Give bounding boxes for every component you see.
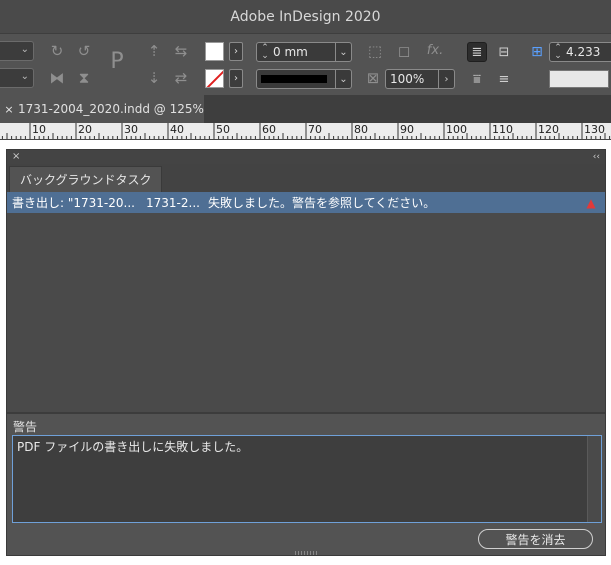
rotate-clockwise-icon[interactable]: ↻ <box>46 41 68 61</box>
stroke-style-box[interactable] <box>549 70 609 88</box>
ruler-label: 60 <box>262 123 276 136</box>
tab-label: バックグラウンドタスク <box>20 173 152 187</box>
warning-triangle-icon: ▲ <box>586 195 596 210</box>
ruler-label: 110 <box>492 123 513 136</box>
select-next-icon[interactable]: ⇄ <box>170 68 192 88</box>
opacity-icon: ⊠ <box>366 69 380 87</box>
align-justify-icon[interactable]: ≡ <box>494 69 514 89</box>
chevron-right-icon[interactable]: › <box>438 70 454 88</box>
stepper-icon[interactable]: ⌃ ⌄ <box>550 44 566 61</box>
frame-fitting-icon[interactable]: ⬚ <box>364 41 386 61</box>
close-icon[interactable]: × <box>0 103 18 116</box>
task-name: 書き出し: "1731-20... <box>12 196 135 210</box>
ruler-label: 120 <box>538 123 559 136</box>
align-text-center-icon[interactable]: ⊟ <box>494 42 514 62</box>
flip-vertical-icon[interactable]: ⧗ <box>73 68 95 88</box>
stroke-type-dropdown[interactable]: ⌄ <box>256 69 352 89</box>
position-field[interactable]: ⌃ ⌄ 4.233 <box>549 42 611 62</box>
warning-text-area[interactable]: PDF ファイルの書き出しに失敗しました。 <box>12 435 602 523</box>
chevron-down-icon: ⌄ <box>20 44 29 55</box>
ruler-label: 90 <box>400 123 414 136</box>
ruler-label: 130 <box>584 123 605 136</box>
resize-grip[interactable] <box>295 551 319 555</box>
background-tasks-panel: × ‹‹ バックグラウンドタスク 書き出し: "1731-20... 1731-… <box>6 149 606 556</box>
ruler-label: 100 <box>446 123 467 136</box>
document-tab-bar: × 1731-2004_2020.indd @ 125% <box>0 95 611 123</box>
font-family-dropdown[interactable]: ⌄ <box>0 41 34 61</box>
stroke-weight-field[interactable]: ⌃ ⌄ 0 mm ⌄ <box>256 42 352 62</box>
ruler-label: 80 <box>354 123 368 136</box>
stroke-line-preview <box>261 75 327 83</box>
opacity-field[interactable]: 100% › <box>385 69 455 89</box>
clear-warnings-button[interactable]: 警告を消去 <box>478 529 593 549</box>
ruler-label: 40 <box>170 123 184 136</box>
rotate-counterclockwise-icon[interactable]: ↺ <box>73 41 95 61</box>
fill-swatch[interactable] <box>205 42 224 61</box>
ruler-label: 50 <box>216 123 230 136</box>
task-status: 失敗しました。警告を参照してください。 <box>208 196 436 210</box>
select-container-icon[interactable]: ⇡ <box>143 41 165 61</box>
stroke-weight-value: 0 mm <box>273 45 308 59</box>
ruler-label: 70 <box>308 123 322 136</box>
warning-scrollbar[interactable] <box>587 436 601 522</box>
align-bottom-icon[interactable]: ⩸ <box>467 69 487 89</box>
ruler-label: 10 <box>32 123 46 136</box>
panel-divider[interactable] <box>7 412 605 414</box>
stepper-icon[interactable]: ⌃ ⌄ <box>257 44 273 61</box>
align-text-left-icon[interactable]: ≣ <box>467 42 487 62</box>
panel-tab-strip: バックグラウンドタスク <box>7 164 605 192</box>
chevron-down-icon: ⌄ <box>20 71 29 82</box>
task-file: 1731-2... <box>146 195 200 210</box>
clear-warnings-label: 警告を消去 <box>505 532 566 547</box>
app-title: Adobe InDesign 2020 <box>230 8 381 25</box>
flip-horizontal-icon[interactable]: ⧓ <box>46 68 68 88</box>
document-tab[interactable]: × 1731-2004_2020.indd @ 125% <box>0 95 204 123</box>
drop-shadow-icon[interactable]: ◻ <box>393 41 415 61</box>
stroke-swatch[interactable] <box>205 69 224 88</box>
collapse-icon[interactable]: ‹‹ <box>593 150 600 164</box>
chevron-down-icon[interactable]: ⌄ <box>335 70 351 88</box>
ruler-label: 30 <box>124 123 138 136</box>
select-content-icon[interactable]: ⇣ <box>143 68 165 88</box>
stroke-menu-arrow[interactable]: › <box>229 69 243 88</box>
none-slash-icon <box>206 70 223 87</box>
warning-message: PDF ファイルの書き出しに失敗しました。 <box>17 440 249 454</box>
ruler-label: 20 <box>78 123 92 136</box>
warning-label: 警告 <box>13 420 38 434</box>
fill-menu-arrow[interactable]: › <box>229 42 243 61</box>
horizontal-ruler: 10 20 30 40 50 60 70 80 90 100 110 120 130 <box>0 123 611 140</box>
opacity-value: 100% <box>390 72 425 86</box>
control-panel: ⌄ ⌄ ↻ ↺ ⧓ ⧗ P ⇡ ⇆ ⇣ ⇄ › › ⌃ ⌄ 0 mm ⌄ ⌄ ⬚ … <box>0 33 611 95</box>
task-list[interactable]: 書き出し: "1731-20... 1731-2... 失敗しました。警告を参照… <box>7 192 605 412</box>
font-style-dropdown[interactable]: ⌄ <box>0 68 34 88</box>
chevron-down-icon[interactable]: ⌄ <box>335 43 351 61</box>
panel-header[interactable]: × ‹‹ <box>7 150 605 164</box>
paragraph-p-icon[interactable]: P <box>104 51 130 78</box>
document-tab-title: 1731-2004_2020.indd @ 125% <box>18 102 204 116</box>
effects-fx-icon[interactable]: fx. <box>424 41 446 61</box>
reference-point-icon[interactable]: ⊞ <box>529 44 545 60</box>
select-previous-icon[interactable]: ⇆ <box>170 41 192 61</box>
close-icon[interactable]: × <box>12 150 20 164</box>
position-value: 4.233 <box>566 45 601 59</box>
tab-background-tasks[interactable]: バックグラウンドタスク <box>9 166 162 192</box>
window-title-bar: Adobe InDesign 2020 <box>0 0 611 33</box>
table-row[interactable]: 書き出し: "1731-20... 1731-2... 失敗しました。警告を参照… <box>7 192 605 213</box>
